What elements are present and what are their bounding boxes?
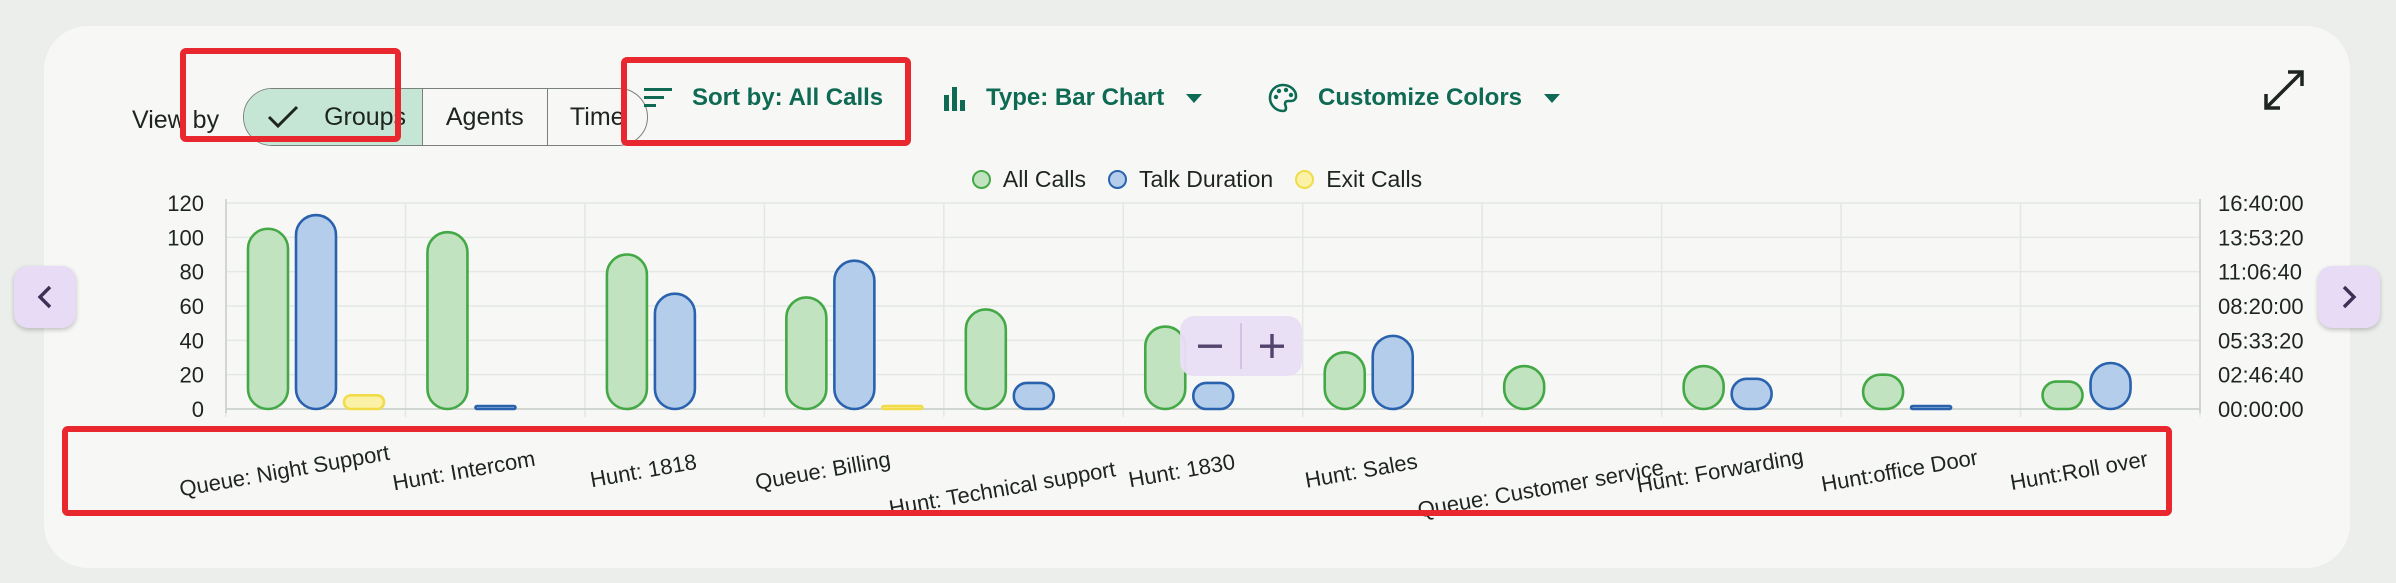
y-tick-label-left: 120 (167, 191, 204, 216)
next-page-button[interactable] (2318, 266, 2380, 328)
y-tick-label-right: 08:20:00 (2218, 294, 2304, 319)
bar-all-calls (964, 308, 1008, 411)
y-tick-label-left: 80 (180, 260, 204, 285)
bar-all-calls (426, 230, 469, 411)
bar-all-calls (1502, 364, 1546, 411)
y-tick-label-left: 100 (167, 225, 204, 250)
chevron-right-icon (2342, 285, 2357, 309)
bar-exit-calls (881, 404, 924, 411)
y-tick-label-right: 00:00:00 (2218, 397, 2304, 422)
chevron-left-icon (37, 285, 52, 309)
bar-talk-duration (1909, 404, 1953, 411)
bar-talk-duration (1730, 377, 1773, 411)
y-tick-label-left: 20 (180, 363, 204, 388)
bar-talk-duration (294, 213, 338, 411)
bar-all-calls (246, 227, 290, 411)
y-tick-label-right: 16:40:00 (2218, 191, 2304, 216)
plus-icon (1260, 334, 1284, 358)
y-tick-label-right: 11:06:40 (2218, 260, 2302, 285)
bar-exit-calls (342, 393, 386, 411)
bar-talk-duration (653, 292, 697, 411)
prev-page-button[interactable] (14, 266, 76, 328)
bar-talk-duration (833, 259, 876, 411)
zoom-controls (1180, 316, 1302, 376)
highlight-box-sort (621, 57, 911, 146)
bar-all-calls (605, 253, 649, 411)
bar-talk-duration (1191, 381, 1235, 411)
bar-talk-duration (1371, 334, 1415, 411)
y-tick-label-right: 02:46:40 (2218, 363, 2304, 388)
highlight-box-categories (62, 426, 2172, 516)
bar-talk-duration (2089, 361, 2132, 411)
bar-all-calls (1861, 373, 1905, 411)
bar-talk-duration (1012, 381, 1056, 411)
highlight-box-groups (180, 48, 401, 142)
y-tick-label-right: 05:33:20 (2218, 328, 2304, 353)
bar-all-calls (1682, 364, 1725, 411)
bar-all-calls (2041, 380, 2084, 411)
zoom-out-button[interactable] (1180, 316, 1240, 376)
y-tick-label-left: 40 (180, 328, 204, 353)
bar-all-calls (1323, 351, 1367, 411)
bar-all-calls (785, 296, 828, 411)
y-tick-label-right: 13:53:20 (2218, 225, 2304, 250)
y-tick-label-left: 60 (180, 294, 204, 319)
zoom-in-button[interactable] (1242, 316, 1302, 376)
bar-talk-duration (474, 404, 517, 411)
minus-icon (1198, 344, 1222, 348)
y-tick-label-left: 0 (192, 397, 204, 422)
